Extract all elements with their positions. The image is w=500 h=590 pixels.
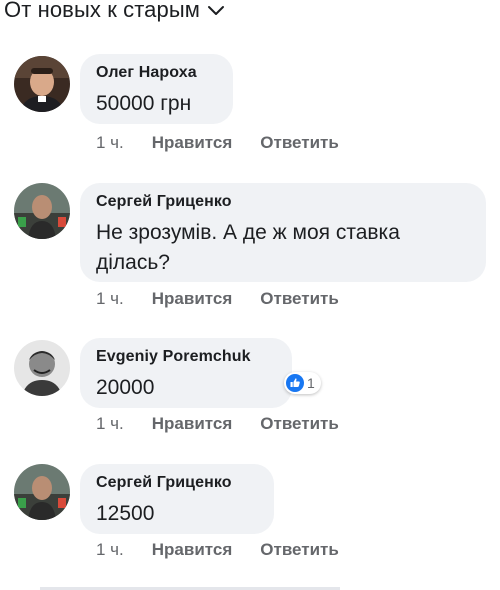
reply-button[interactable]: Ответить [260,289,339,309]
like-button[interactable]: Нравится [152,289,233,309]
reaction-count: 1 [307,375,315,391]
comment-text: 20000 [96,376,155,399]
comment-author[interactable]: Evgeniy Poremchuk [96,347,276,367]
chevron-down-icon [207,6,224,15]
comment-time[interactable]: 1 ч. [96,133,124,153]
comment-actions: 1 ч. Нравится Ответить [96,289,339,309]
comment-actions: 1 ч. Нравится Ответить [96,133,339,153]
like-button[interactable]: Нравится [152,414,233,434]
comment-time[interactable]: 1 ч. [96,414,124,434]
comment-author[interactable]: Олег Нароха [96,63,217,83]
comment-actions: 1 ч. Нравится Ответить [96,414,339,434]
avatar[interactable] [14,183,70,239]
avatar[interactable] [14,56,70,112]
like-button[interactable]: Нравится [152,540,233,560]
avatar[interactable] [14,464,70,520]
sort-label: От новых к старым [4,0,200,22]
comment-bubble: Evgeniy Poremchuk 20000 [80,338,292,408]
sort-dropdown[interactable]: От новых к старым [4,0,226,26]
comment-time[interactable]: 1 ч. [96,540,124,560]
comment-text: 12500 [96,502,155,525]
like-button[interactable]: Нравится [152,133,233,153]
comment-bubble: Сергей Гриценко 12500 [80,464,274,534]
comment-bubble: Олег Нароха 50000 грн [80,54,233,124]
comment-bubble: Сергей Гриценко Не зрозумів. А де ж моя … [80,183,486,282]
reaction-badge[interactable]: 1 [284,372,321,394]
avatar[interactable] [14,340,70,396]
comment-author[interactable]: Сергей Гриценко [96,192,470,212]
reply-button[interactable]: Ответить [260,540,339,560]
comment-author[interactable]: Сергей Гриценко [96,473,258,493]
comment-time[interactable]: 1 ч. [96,289,124,309]
comment-actions: 1 ч. Нравится Ответить [96,540,339,560]
comment-text: Не зрозумів. А де ж моя ставка ділась? [96,221,400,274]
like-icon [286,374,304,392]
reply-button[interactable]: Ответить [260,133,339,153]
comment-text: 50000 грн [96,92,192,115]
reply-button[interactable]: Ответить [260,414,339,434]
